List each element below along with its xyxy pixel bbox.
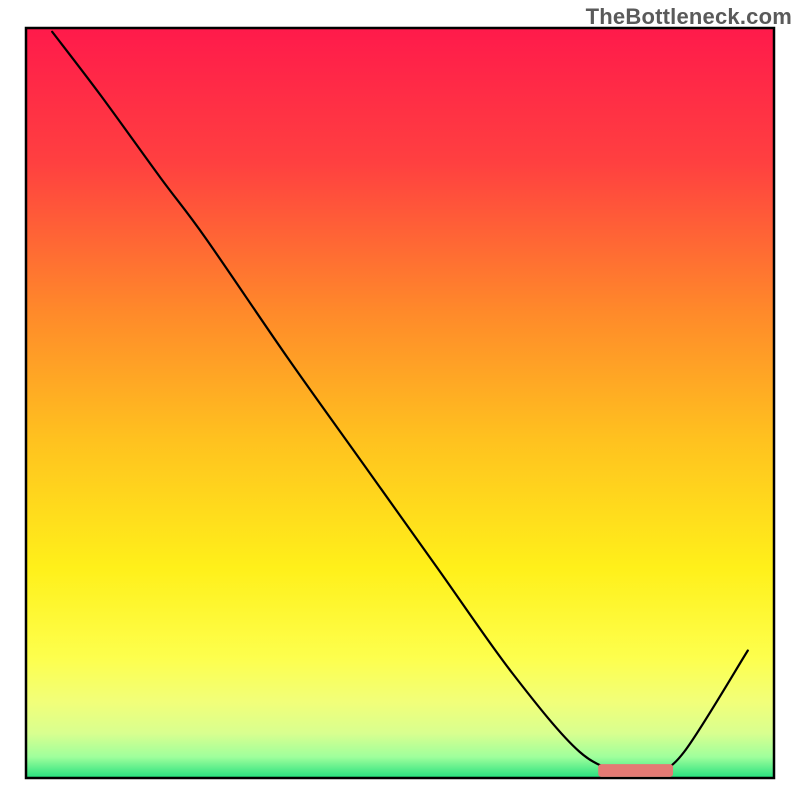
optimal-range-marker [598, 764, 673, 777]
chart-stage: TheBottleneck.com [0, 0, 800, 800]
chart-svg [0, 0, 800, 800]
plot-background [26, 28, 774, 778]
